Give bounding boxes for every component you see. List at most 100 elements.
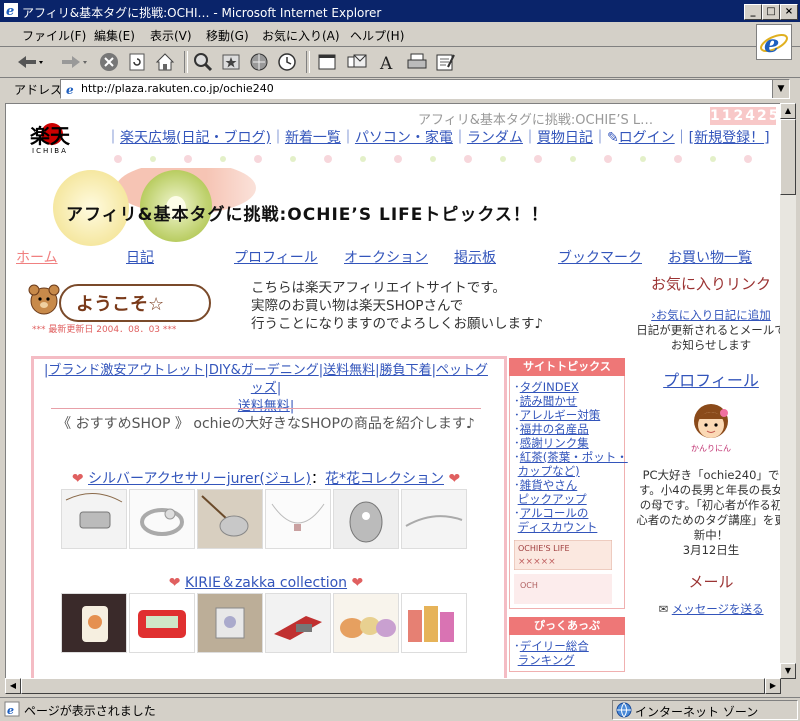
profile-title[interactable]: プロフィール — [663, 371, 759, 390]
edit-icon[interactable] — [434, 51, 456, 73]
right-column: お気に入りリンク ›お気に入り日記に追加 日記が更新されるとメールでお知らせしま… — [636, 274, 781, 617]
heart-icon: ❤ — [71, 471, 84, 487]
nav-plaza[interactable]: 楽天広場(日記・ブログ) — [120, 130, 271, 146]
menu-go[interactable]: 移動(G) — [206, 27, 249, 44]
product-thumb-flower-ring[interactable] — [333, 489, 399, 549]
scroll-left-button[interactable]: ◀ — [5, 678, 21, 694]
topic-thanks-links[interactable]: 感謝リンク集 — [520, 436, 589, 450]
nav-home[interactable]: ホーム — [16, 247, 58, 267]
profile-avatar: かんりにん — [691, 404, 731, 453]
site-topics-list: ･タグINDEX ･読み聞かせ ･アレルギー対策 ･福井の名産品 ･感謝リンク集… — [509, 376, 628, 609]
intro-line-1: こちらは楽天アフィリエイトサイトです。 — [251, 280, 506, 296]
cat-brand-outlet[interactable]: ブランド激安アウトレット — [48, 363, 204, 378]
shop-kirie-link[interactable]: KIRIE＆zakka collection — [185, 575, 347, 591]
shop-hana-link[interactable]: 花*花コレクション — [325, 471, 444, 487]
product-thumb-tag-necklace[interactable] — [61, 489, 127, 549]
och-banner[interactable]: OCH — [514, 574, 612, 604]
address-input[interactable]: e http://plaza.rakuten.co.jp/ochie240 ▼ — [60, 79, 790, 99]
product-thumb-timer[interactable] — [129, 593, 195, 653]
nav-register[interactable]: 新規登録！ — [694, 130, 764, 146]
product-thumb-bracelet[interactable] — [401, 489, 467, 549]
minimize-button[interactable]: _ — [744, 4, 762, 20]
ochie-life-banner[interactable]: OCHIE'S LIFE ××××× — [514, 540, 612, 570]
media-icon[interactable] — [248, 51, 270, 73]
refresh-icon[interactable] — [126, 51, 148, 73]
menu-favorites[interactable]: お気に入り(A) — [262, 27, 340, 44]
topic-fukui[interactable]: 福井の名産品 — [520, 422, 589, 436]
nav-shopping-diary[interactable]: 買物日記 — [537, 130, 593, 146]
topic-tea-2[interactable]: カップなど) — [518, 464, 580, 478]
rakuten-top-nav: ｜楽天広場(日記・ブログ)｜新着一覧｜パソコン・家電｜ランダム｜買物日記｜✎ログ… — [106, 130, 770, 146]
print-icon[interactable] — [406, 51, 428, 73]
vertical-scrollbar[interactable]: ▲ ▼ — [780, 103, 796, 679]
cat-lingerie[interactable]: 勝負下着 — [380, 363, 432, 378]
shop-jurer-link[interactable]: シルバーアクセサリーjurer(ジュレ) — [88, 471, 311, 487]
toolbar-separator — [184, 51, 188, 73]
horizontal-scrollbar[interactable]: ◀ ▶ — [5, 678, 781, 694]
shop-line-1: ❤ シルバーアクセサリーjurer(ジュレ)：花*花コレクション ❤ — [46, 468, 486, 488]
history-icon[interactable] — [276, 51, 298, 73]
nav-bbs[interactable]: 掲示板 — [454, 247, 496, 267]
rakuten-logo[interactable]: 楽天 ICHIBA — [20, 121, 84, 155]
cat-free-shipping-2[interactable]: 送料無料 — [238, 399, 290, 414]
add-favorite-link[interactable]: ›お気に入り日記に追加 — [651, 308, 771, 322]
nav-login[interactable]: ログイン — [619, 130, 675, 146]
product-thumb-stapler[interactable] — [265, 593, 331, 653]
intro-line-2: 実際のお買い物は楽天SHOPさんで — [251, 298, 464, 314]
vertical-scroll-thumb[interactable] — [780, 119, 796, 195]
menu-help[interactable]: ヘルプ(H) — [350, 27, 404, 44]
nav-diary[interactable]: 日記 — [126, 247, 154, 267]
topic-alcohol[interactable]: アルコールの — [520, 506, 589, 520]
topic-allergy[interactable]: アレルギー対策 — [520, 408, 601, 422]
nav-profile[interactable]: プロフィール — [234, 247, 318, 267]
search-icon[interactable] — [192, 51, 214, 73]
scroll-up-button[interactable]: ▲ — [780, 103, 796, 119]
horizontal-scroll-thumb[interactable] — [21, 678, 765, 694]
product-thumb-ring[interactable] — [129, 489, 195, 549]
back-icon[interactable] — [14, 51, 44, 73]
topic-tag-index[interactable]: タグINDEX — [520, 380, 579, 394]
cat-free-shipping[interactable]: 送料無料 — [323, 363, 375, 378]
menu-view[interactable]: 表示(V) — [150, 27, 192, 44]
window-icon[interactable] — [316, 51, 338, 73]
font-icon[interactable]: A — [376, 51, 398, 73]
pickup-ranking[interactable]: ランキング — [518, 653, 575, 667]
mail-icon[interactable] — [346, 51, 368, 73]
scroll-right-button[interactable]: ▶ — [765, 678, 781, 694]
topic-discount[interactable]: ディスカウント — [518, 520, 598, 534]
send-message-link[interactable]: メッセージを送る — [672, 602, 764, 616]
maximize-button[interactable]: □ — [762, 4, 780, 20]
favorites-note: 日記が更新されるとメールでお知らせします — [636, 323, 781, 352]
address-dropdown-button[interactable]: ▼ — [772, 80, 789, 98]
product-thumb-cup[interactable] — [61, 593, 127, 653]
product-thumb-glasses[interactable] — [401, 593, 467, 653]
scroll-down-button[interactable]: ▼ — [780, 663, 796, 679]
decorative-dots — [114, 155, 752, 163]
topic-tea[interactable]: 紅茶(茶葉・ポット・ — [520, 450, 628, 464]
menu-file[interactable]: ファイル(F) — [22, 27, 86, 44]
stop-icon[interactable] — [98, 51, 120, 73]
product-thumb-tape[interactable] — [333, 593, 399, 653]
nav-bookmark[interactable]: ブックマーク — [558, 247, 642, 267]
forward-icon[interactable] — [58, 51, 88, 73]
home-icon[interactable] — [154, 51, 176, 73]
menu-edit[interactable]: 編集(E) — [94, 27, 135, 44]
pickup-daily[interactable]: デイリー総合 — [520, 639, 589, 653]
product-thumb-chain[interactable] — [265, 489, 331, 549]
window-titlebar[interactable]: e アフィリ&基本タグに挑戦:OCHI… - Microsoft Interne… — [0, 0, 800, 22]
nav-auction[interactable]: オークション — [344, 247, 428, 267]
cat-diy[interactable]: DIY&ガーデニング — [209, 363, 319, 378]
product-thumb-holder[interactable] — [197, 593, 263, 653]
intro-line-3: 行うことになりますのでよろしくお願いします♪ — [251, 316, 544, 332]
close-button[interactable]: × — [780, 4, 798, 20]
nav-new-list[interactable]: 新着一覧 — [285, 130, 341, 146]
product-thumb-pendant[interactable] — [197, 489, 263, 549]
topic-zakka[interactable]: 雑貨やさん — [520, 478, 578, 492]
nav-random[interactable]: ランダム — [467, 130, 523, 146]
favorites-icon[interactable] — [220, 51, 242, 73]
svg-text:e: e — [6, 4, 14, 17]
nav-shopping-list[interactable]: お買い物一覧 — [668, 247, 752, 267]
topic-reading[interactable]: 読み聞かせ — [520, 394, 578, 408]
nav-pc[interactable]: パソコン・家電 — [355, 130, 453, 146]
topic-pickup[interactable]: ピックアップ — [518, 492, 587, 506]
